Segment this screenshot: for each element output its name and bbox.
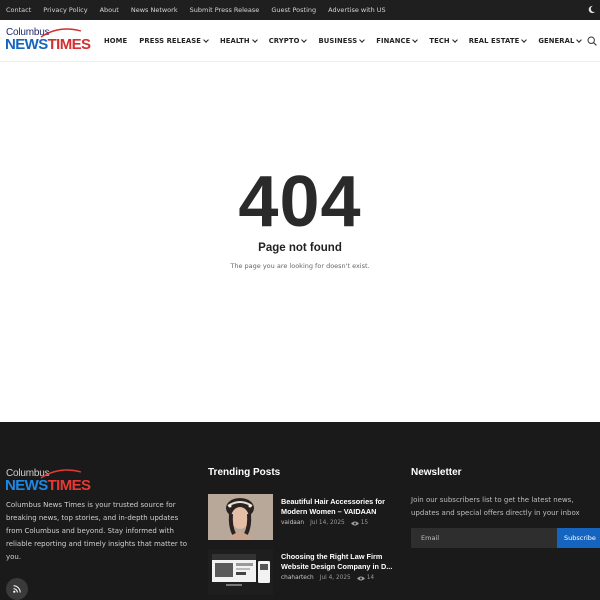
topbar-link-advertise[interactable]: Advertise with US [328,6,386,14]
nav-press-release-label: PRESS RELEASE [139,37,201,45]
site-logo[interactable]: Columbus NEWSTIMES [5,27,91,55]
footer-logo-times: TIMES [47,477,91,494]
main-nav: HOME PRESS RELEASE HEALTH CRYPTO BUSINES… [104,20,593,62]
error-code: 404 [238,162,362,242]
trending-post[interactable]: Choosing the Right Law Firm Website Desi… [208,549,400,595]
chevron-down-icon [521,37,528,43]
post-meta: chahartech Jul 4, 2025 14 [281,575,374,581]
topbar-link-about[interactable]: About [100,6,119,14]
chevron-down-icon [301,37,308,43]
newsletter-title: Newsletter [411,467,462,478]
post-author[interactable]: chahartech [281,575,314,581]
nav-tech[interactable]: TECH [429,37,458,45]
nav-health-label: HEALTH [219,37,250,45]
footer-logo[interactable]: Columbus NEWSTIMES [5,468,91,494]
eye-icon [350,521,359,525]
nav-real-estate[interactable]: REAL ESTATE [468,37,528,45]
chevron-down-icon [203,37,209,43]
nav-home-label: HOME [104,37,128,45]
search-icon[interactable] [587,36,597,46]
eye-icon [356,576,365,580]
chevron-down-icon [576,37,583,43]
post-thumbnail-image [208,549,273,595]
error-subtitle: The page you are looking for doesn't exi… [230,262,370,270]
post-views: 15 [360,520,369,526]
nav-health[interactable]: HEALTH [219,37,258,45]
post-meta: vaidaan Jul 14, 2025 15 [281,520,368,526]
topbar-link-submit-press-release[interactable]: Submit Press Release [190,6,260,14]
chevron-down-icon [251,37,258,43]
nav-business[interactable]: BUSINESS [318,37,366,45]
email-field[interactable] [411,528,557,548]
post-title[interactable]: Choosing the Right Law Firm Website Desi… [281,552,399,572]
trending-post[interactable]: Beautiful Hair Accessories for Modern Wo… [208,494,400,540]
main-header: Columbus NEWSTIMES HOME PRESS RELEASE HE… [0,20,600,62]
nav-home[interactable]: HOME [104,37,127,45]
rss-icon [13,585,21,593]
topbar-link-news-network[interactable]: News Network [131,6,178,14]
post-title[interactable]: Beautiful Hair Accessories for Modern Wo… [281,497,399,517]
post-thumbnail[interactable] [208,494,273,540]
chevron-down-icon [451,37,458,43]
nav-press-release[interactable]: PRESS RELEASE [139,37,209,45]
post-thumbnail[interactable] [208,549,273,595]
post-thumbnail-image [208,494,273,540]
post-date: Jul 14, 2025 [310,520,345,526]
post-author[interactable]: vaidaan [281,520,304,526]
nav-crypto-label: CRYPTO [268,37,300,45]
nav-real-estate-label: REAL ESTATE [468,37,520,45]
top-bar: Contact Privacy Policy About News Networ… [0,0,600,20]
topbar-link-guest-posting[interactable]: Guest Posting [271,6,316,14]
site-footer: Columbus NEWSTIMES Columbus News Times i… [0,422,600,600]
logo-times: TIMES [47,36,91,53]
footer-logo-news: NEWS [5,477,48,494]
footer-about-text: Columbus News Times is your trusted sour… [6,501,188,561]
nav-general-label: GENERAL [538,37,575,45]
topbar-link-contact[interactable]: Contact [6,6,31,14]
rss-button[interactable] [6,578,28,600]
nav-finance-label: FINANCE [376,37,411,45]
logo-news: NEWS [5,36,48,53]
topbar-link-privacy-policy[interactable]: Privacy Policy [43,6,87,14]
nav-general[interactable]: GENERAL [538,37,583,45]
chevron-down-icon [412,37,419,43]
nav-finance[interactable]: FINANCE [376,37,419,45]
nav-business-label: BUSINESS [318,37,358,45]
subscribe-button[interactable]: Subscribe [557,528,600,548]
chevron-down-icon [359,37,366,43]
page-title: Page not found [258,242,342,254]
moon-icon[interactable] [587,5,596,14]
logo-news-times: NEWSTIMES [5,36,91,53]
newsletter-text: Join our subscribers list to get the lat… [411,496,580,517]
post-views: 14 [366,575,375,581]
nav-crypto[interactable]: CRYPTO [268,37,308,45]
trending-title: Trending Posts [208,467,281,478]
nav-tech-label: TECH [429,37,450,45]
main-content: 404 Page not found The page you are look… [0,62,600,422]
post-date: Jul 4, 2025 [319,575,351,581]
footer-logo-news-times: NEWSTIMES [5,477,91,494]
